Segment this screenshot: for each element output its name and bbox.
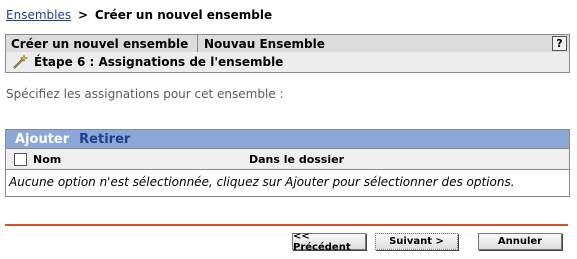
bundle-name: Nouvau Ensemble (204, 36, 325, 51)
breadcrumb-current: Créer un nouvel ensemble (94, 8, 273, 22)
column-header-folder[interactable]: Dans le dossier (249, 153, 344, 166)
select-all-checkbox[interactable] (14, 152, 27, 166)
wand-icon (13, 54, 28, 69)
previous-button[interactable]: << Précédent (292, 231, 366, 253)
column-header-name[interactable]: Nom (33, 153, 249, 166)
table-header: Nom Dans le dossier (6, 148, 569, 170)
instruction-text: Spécifiez les assignations pour cet ense… (6, 87, 284, 101)
cancel-button[interactable]: Annuler (478, 233, 562, 250)
wizard-header: Créer un nouvel ensemble Nouvau Ensemble… (5, 34, 570, 53)
assignments-toolbar: Ajouter Retirer (6, 130, 569, 148)
remove-button[interactable]: Retirer (79, 132, 130, 147)
add-button[interactable]: Ajouter (15, 132, 69, 147)
step-bar: Étape 6 : Assignations de l'ensemble (5, 52, 570, 73)
empty-message: Aucune option n'est sélectionnée, clique… (9, 175, 515, 189)
breadcrumb-separator: > (77, 8, 88, 22)
next-button[interactable]: Suivant > (375, 233, 458, 250)
help-button[interactable]: ? (552, 36, 567, 51)
divider (5, 224, 568, 226)
breadcrumb: Ensembles > Créer un nouvel ensemble (6, 8, 272, 22)
assignments-panel: Ajouter Retirer Nom Dans le dossier Aucu… (5, 129, 570, 197)
wizard-title: Créer un nouvel ensemble (6, 35, 198, 52)
breadcrumb-link-ensembles[interactable]: Ensembles (6, 8, 71, 22)
step-label: Étape 6 : Assignations de l'ensemble (34, 55, 284, 69)
